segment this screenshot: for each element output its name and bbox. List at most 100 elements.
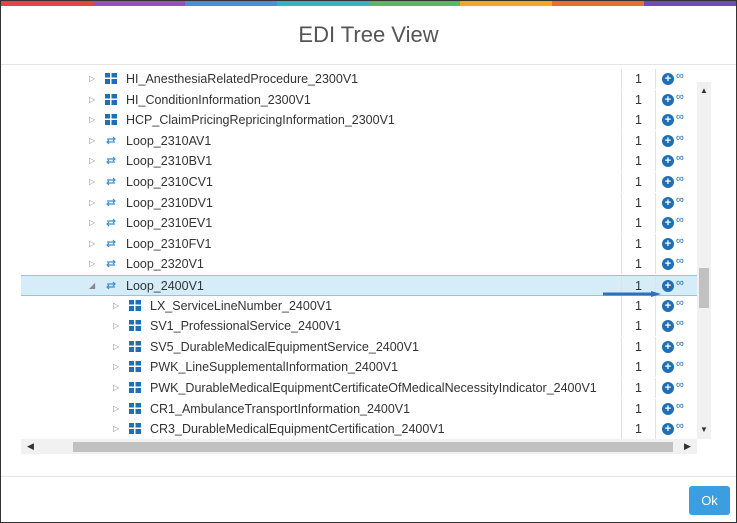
plus-circle-icon[interactable]: + bbox=[662, 361, 674, 374]
plus-circle-icon[interactable]: + bbox=[662, 217, 674, 230]
tree-row[interactable]: ▷ Loop_2310BV1 1 + ∞ bbox=[21, 151, 697, 172]
expand-caret-icon[interactable]: ▷ bbox=[89, 156, 95, 165]
link-icon[interactable]: ∞ bbox=[676, 214, 684, 226]
expand-caret-icon[interactable]: ▷ bbox=[113, 362, 119, 371]
scroll-down-icon[interactable]: ▼ bbox=[700, 425, 708, 434]
tree-row[interactable]: ▷ Loop_2310FV1 1 + ∞ bbox=[21, 233, 697, 254]
expand-caret-icon[interactable]: ▷ bbox=[113, 424, 119, 433]
plus-circle-icon[interactable]: + bbox=[662, 237, 674, 250]
column-divider bbox=[655, 336, 656, 357]
expand-caret-icon[interactable]: ▷ bbox=[89, 218, 95, 227]
expand-caret-icon[interactable]: ▷ bbox=[113, 342, 119, 351]
tree-row[interactable]: ▷ CR1_AmbulanceTransportInformation_2400V… bbox=[21, 398, 697, 419]
link-icon[interactable]: ∞ bbox=[676, 297, 684, 309]
tree-row[interactable]: ▷ HI_AnesthesiaRelatedProcedure_2300V1 1 + ∞ bbox=[21, 69, 697, 89]
vertical-scroll-thumb[interactable] bbox=[699, 268, 709, 308]
link-icon[interactable]: ∞ bbox=[676, 358, 684, 370]
tree-row[interactable]: ▷ Loop_2310EV1 1 + ∞ bbox=[21, 213, 697, 234]
tree-row[interactable]: ▷ Loop_2310AV1 1 + ∞ bbox=[21, 130, 697, 151]
tree-row[interactable]: ▷ LX_ServiceLineNumber_2400V1 1 + ∞ bbox=[21, 295, 697, 316]
tree-row[interactable]: ▷ PWK_LineSupplementalInformation_2400V1 1… bbox=[21, 357, 697, 378]
segment-icon bbox=[129, 361, 141, 373]
link-icon[interactable]: ∞ bbox=[676, 194, 684, 206]
column-divider bbox=[621, 378, 622, 398]
expand-caret-icon[interactable]: ▷ bbox=[113, 383, 119, 392]
link-icon[interactable]: ∞ bbox=[676, 111, 684, 123]
column-divider bbox=[621, 357, 622, 378]
tree-row-count: 1 bbox=[635, 113, 642, 128]
expand-caret-icon[interactable]: ▷ bbox=[89, 115, 95, 124]
horizontal-scrollbar[interactable]: ◀ ▶ bbox=[21, 439, 697, 454]
link-icon[interactable]: ∞ bbox=[676, 91, 684, 103]
link-icon[interactable]: ∞ bbox=[676, 173, 684, 185]
tree-row[interactable]: ▷ CR3_DurableMedicalEquipmentCertificatio… bbox=[21, 419, 697, 439]
tree-row-count: 1 bbox=[635, 257, 642, 272]
tree-row-label: PWK_LineSupplementalInformation_2400V1 bbox=[150, 360, 399, 375]
scroll-up-icon[interactable]: ▲ bbox=[700, 86, 708, 95]
loop-icon bbox=[106, 177, 116, 186]
tree-row[interactable]: ◢ Loop_2400V1 1 + ∞ bbox=[21, 275, 697, 296]
link-icon[interactable]: ∞ bbox=[676, 152, 684, 164]
scroll-left-icon[interactable]: ◀ bbox=[27, 441, 34, 452]
collapse-caret-icon[interactable]: ◢ bbox=[89, 281, 95, 290]
link-icon[interactable]: ∞ bbox=[676, 70, 684, 82]
plus-circle-icon[interactable]: + bbox=[662, 196, 674, 209]
plus-circle-icon[interactable]: + bbox=[662, 402, 674, 415]
column-divider bbox=[655, 172, 656, 192]
expand-caret-icon[interactable]: ▷ bbox=[89, 198, 95, 207]
plus-circle-icon[interactable]: + bbox=[662, 134, 674, 147]
expand-caret-icon[interactable]: ▷ bbox=[89, 177, 95, 186]
vertical-scrollbar[interactable]: ▲ ▼ bbox=[697, 82, 711, 439]
tree-row[interactable]: ▷ PWK_DurableMedicalEquipmentCertificateO… bbox=[21, 378, 697, 398]
segment-icon bbox=[105, 93, 117, 105]
tree-row[interactable]: ▷ Loop_2310CV1 1 + ∞ bbox=[21, 172, 697, 192]
expand-caret-icon[interactable]: ▷ bbox=[89, 239, 95, 248]
tree-row-label: CR3_DurableMedicalEquipmentCertification… bbox=[150, 422, 445, 437]
tree-row[interactable]: ▷ HI_ConditionInformation_2300V1 1 + ∞ bbox=[21, 89, 697, 110]
link-icon[interactable]: ∞ bbox=[676, 338, 684, 350]
plus-circle-icon[interactable]: + bbox=[662, 114, 674, 127]
link-icon[interactable]: ∞ bbox=[676, 235, 684, 247]
plus-circle-icon[interactable]: + bbox=[662, 320, 674, 333]
tree-row-label: Loop_2310DV1 bbox=[126, 195, 213, 210]
segment-icon bbox=[129, 382, 141, 393]
horizontal-scroll-thumb[interactable] bbox=[73, 442, 673, 452]
tree-row[interactable]: ▷ Loop_2310DV1 1 + ∞ bbox=[21, 192, 697, 213]
tree-row-count: 1 bbox=[635, 133, 642, 148]
link-icon[interactable]: ∞ bbox=[676, 255, 684, 267]
tree-row[interactable]: ▷ HCP_ClaimPricingRepricingInformation_23… bbox=[21, 110, 697, 131]
plus-circle-icon[interactable]: + bbox=[662, 299, 674, 312]
expand-caret-icon[interactable]: ▷ bbox=[89, 74, 95, 83]
plus-circle-icon[interactable]: + bbox=[662, 155, 674, 168]
expand-caret-icon[interactable]: ▷ bbox=[89, 95, 95, 104]
link-icon[interactable]: ∞ bbox=[676, 132, 684, 144]
column-divider bbox=[655, 295, 656, 316]
link-icon[interactable]: ∞ bbox=[676, 400, 684, 412]
expand-caret-icon[interactable]: ▷ bbox=[113, 404, 119, 413]
expand-caret-icon[interactable]: ▷ bbox=[113, 321, 119, 330]
tree-row[interactable]: ▷ SV5_DurableMedicalEquipmentService_2400… bbox=[21, 336, 697, 357]
link-icon[interactable]: ∞ bbox=[676, 277, 684, 289]
tree-row-label: SV1_ProfessionalService_2400V1 bbox=[150, 319, 342, 334]
plus-circle-icon[interactable]: + bbox=[662, 382, 674, 394]
plus-circle-icon[interactable]: + bbox=[662, 73, 674, 85]
expand-caret-icon[interactable]: ▷ bbox=[89, 259, 95, 268]
tree-row[interactable]: ▷ SV1_ProfessionalService_2400V1 1 + ∞ bbox=[21, 316, 697, 337]
plus-circle-icon[interactable]: + bbox=[662, 423, 674, 436]
tree-row-count: 1 bbox=[635, 298, 642, 313]
plus-circle-icon[interactable]: + bbox=[662, 258, 674, 271]
column-divider bbox=[655, 254, 656, 275]
plus-circle-icon[interactable]: + bbox=[662, 280, 674, 292]
column-divider bbox=[655, 357, 656, 378]
ok-button[interactable]: Ok bbox=[689, 486, 730, 515]
link-icon[interactable]: ∞ bbox=[676, 379, 684, 391]
plus-circle-icon[interactable]: + bbox=[662, 340, 674, 353]
expand-caret-icon[interactable]: ▷ bbox=[113, 301, 119, 310]
plus-circle-icon[interactable]: + bbox=[662, 176, 674, 188]
expand-caret-icon[interactable]: ▷ bbox=[89, 136, 95, 145]
plus-circle-icon[interactable]: + bbox=[662, 93, 674, 106]
scroll-right-icon[interactable]: ▶ bbox=[684, 441, 691, 452]
link-icon[interactable]: ∞ bbox=[676, 317, 684, 329]
tree-row[interactable]: ▷ Loop_2320V1 1 + ∞ bbox=[21, 254, 697, 275]
link-icon[interactable]: ∞ bbox=[676, 420, 684, 432]
